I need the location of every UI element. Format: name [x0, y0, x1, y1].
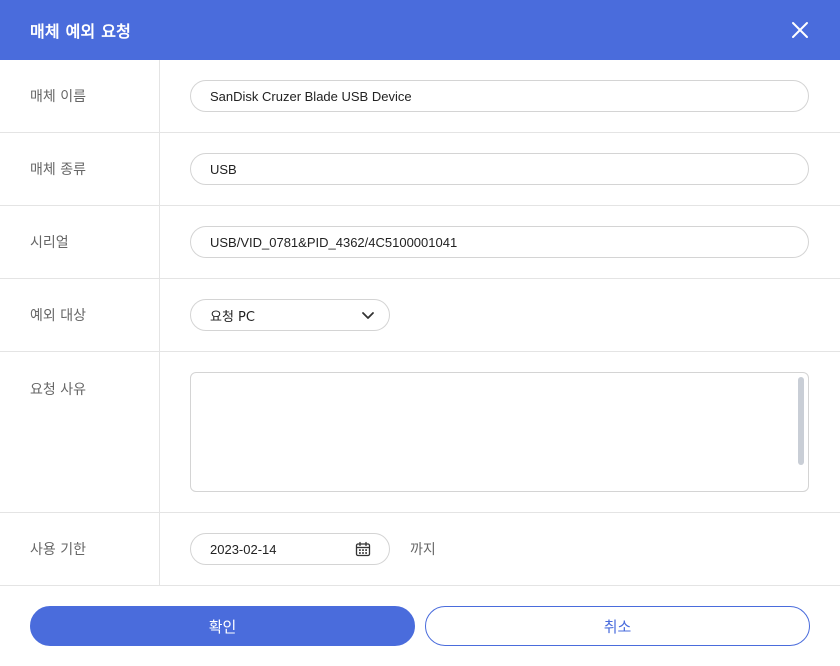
calendar-icon[interactable]: [355, 541, 371, 557]
expiry-label: 사용 기한: [0, 513, 160, 585]
target-label: 예외 대상: [0, 279, 160, 351]
dialog-header: 매체 예외 요청: [0, 0, 840, 60]
reason-scrollbar[interactable]: [798, 377, 804, 465]
serial-label: 시리얼: [0, 206, 160, 278]
media-exception-dialog: 매체 예외 요청 매체 이름 SanDisk Cruzer Blade USB …: [0, 0, 840, 666]
dialog-title: 매체 예외 요청: [30, 22, 132, 41]
serial-row: 시리얼 USB/VID_0781&PID_4362/4C5100001041: [0, 206, 840, 279]
expiry-suffix: 까지: [410, 542, 436, 558]
close-icon[interactable]: [790, 20, 810, 40]
target-selected-value: 요청 PC: [210, 309, 255, 325]
target-select[interactable]: 요청 PC: [190, 299, 390, 331]
chevron-down-icon: [362, 312, 374, 319]
media-type-row: 매체 종류 USB: [0, 133, 840, 206]
request-form: 매체 이름 SanDisk Cruzer Blade USB Device 매체…: [0, 60, 840, 586]
reason-label: 요청 사유: [0, 352, 160, 512]
cancel-button[interactable]: 취소: [425, 606, 810, 646]
expiry-date-field[interactable]: 2023-02-14: [190, 533, 390, 565]
reason-row: 요청 사유: [0, 352, 840, 513]
expiry-date-value: 2023-02-14: [210, 541, 277, 557]
confirm-button[interactable]: 확인: [30, 606, 415, 646]
media-name-label: 매체 이름: [0, 60, 160, 132]
media-name-field[interactable]: SanDisk Cruzer Blade USB Device: [190, 80, 809, 112]
serial-field[interactable]: USB/VID_0781&PID_4362/4C5100001041: [190, 226, 809, 258]
reason-textarea[interactable]: [190, 372, 809, 492]
expiry-row: 사용 기한 2023-02-14 까지: [0, 513, 840, 586]
dialog-footer: 확인 취소: [30, 606, 810, 646]
media-type-field[interactable]: USB: [190, 153, 809, 185]
media-name-row: 매체 이름 SanDisk Cruzer Blade USB Device: [0, 60, 840, 133]
media-type-label: 매체 종류: [0, 133, 160, 205]
target-row: 예외 대상 요청 PC: [0, 279, 840, 352]
